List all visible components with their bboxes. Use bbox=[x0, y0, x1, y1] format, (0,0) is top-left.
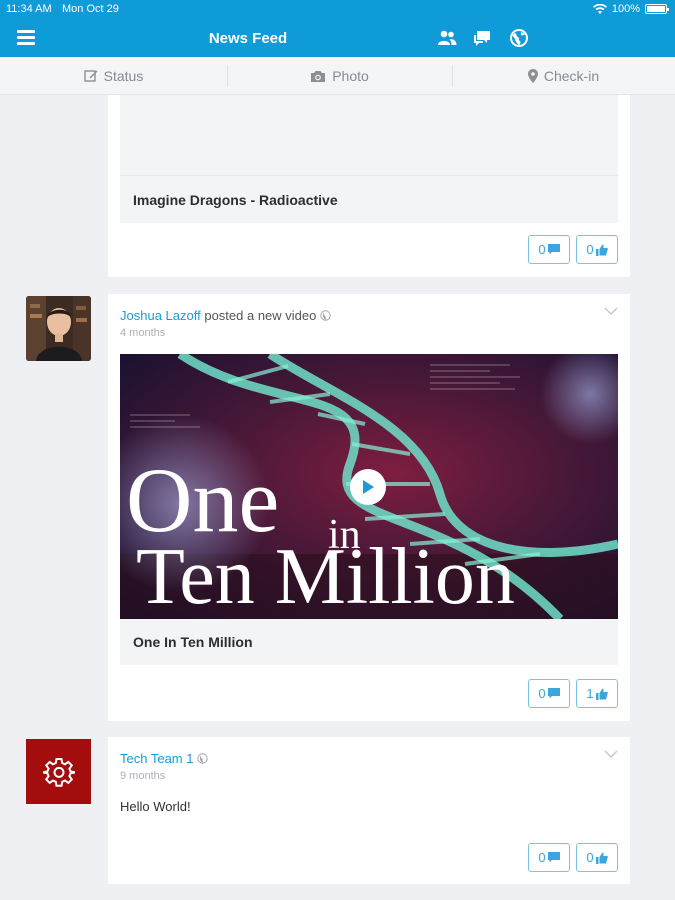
wifi-icon bbox=[592, 3, 607, 14]
globe-icon bbox=[197, 753, 208, 764]
group-link[interactable]: Tech Team 1 bbox=[120, 751, 193, 766]
avatar[interactable] bbox=[26, 296, 91, 361]
post-header: Tech Team 1 bbox=[120, 751, 208, 766]
status-button[interactable]: Status bbox=[0, 57, 227, 95]
post-action-text: posted a new video bbox=[204, 308, 317, 323]
edit-icon bbox=[83, 70, 98, 82]
author-link[interactable]: Joshua Lazoff bbox=[120, 308, 201, 323]
comment-icon bbox=[547, 244, 560, 255]
post-actions: 0 0 bbox=[528, 843, 618, 872]
comment-button[interactable]: 0 bbox=[528, 679, 570, 708]
comment-count: 0 bbox=[538, 850, 546, 865]
like-button[interactable]: 1 bbox=[576, 679, 618, 708]
like-count: 0 bbox=[586, 850, 594, 865]
group-avatar[interactable] bbox=[26, 739, 91, 804]
chevron-down-icon[interactable] bbox=[604, 749, 618, 759]
avatar-image bbox=[26, 296, 91, 361]
post-actions: 0 1 bbox=[528, 679, 618, 708]
like-count: 1 bbox=[586, 686, 594, 701]
location-pin-icon bbox=[527, 69, 538, 83]
friends-icon[interactable] bbox=[437, 28, 457, 48]
feed-post: Tech Team 1 9 months Hello World! 0 0 bbox=[108, 737, 630, 884]
status-label: Status bbox=[103, 68, 144, 84]
feed-post: Joshua Lazoff posted a new video 4 month… bbox=[108, 294, 630, 721]
comment-icon bbox=[547, 688, 560, 699]
gear-icon bbox=[42, 757, 75, 787]
photo-label: Photo bbox=[332, 68, 369, 84]
messages-icon[interactable] bbox=[472, 28, 492, 48]
globe-icon[interactable] bbox=[509, 28, 529, 48]
status-time: 11:34 AM bbox=[6, 3, 52, 15]
comment-icon bbox=[547, 852, 560, 863]
post-header: Joshua Lazoff posted a new video bbox=[120, 308, 331, 323]
comment-count: 0 bbox=[538, 242, 546, 257]
media-caption[interactable]: Imagine Dragons - Radioactive bbox=[120, 175, 618, 223]
status-date: Mon Oct 29 bbox=[62, 3, 119, 15]
feed-post: Imagine Dragons - Radioactive 0 0 bbox=[108, 95, 630, 277]
thumbs-up-icon bbox=[595, 688, 608, 700]
battery-icon bbox=[645, 4, 669, 14]
status-right: 100% bbox=[592, 3, 669, 15]
like-count: 0 bbox=[586, 242, 594, 257]
globe-icon bbox=[320, 310, 331, 321]
play-button[interactable] bbox=[350, 469, 386, 505]
nav-bar: News Feed bbox=[0, 20, 675, 57]
composer-bar: Status Photo Check-in bbox=[0, 57, 675, 95]
post-time: 9 months bbox=[120, 770, 166, 782]
like-button[interactable]: 0 bbox=[576, 235, 618, 264]
battery-percent: 100% bbox=[611, 3, 640, 15]
checkin-button[interactable]: Check-in bbox=[452, 57, 675, 95]
comment-button[interactable]: 0 bbox=[528, 235, 570, 264]
play-icon bbox=[363, 480, 374, 494]
video-title-line2: Ten Million bbox=[136, 533, 515, 619]
thumbs-up-icon bbox=[595, 852, 608, 864]
media-caption[interactable]: One In Ten Million bbox=[120, 619, 618, 665]
post-text: Hello World! bbox=[120, 799, 191, 814]
comment-button[interactable]: 0 bbox=[528, 843, 570, 872]
like-button[interactable]: 0 bbox=[576, 843, 618, 872]
video-thumbnail[interactable]: One in Ten Million bbox=[120, 354, 618, 619]
comment-count: 0 bbox=[538, 686, 546, 701]
photo-button[interactable]: Photo bbox=[227, 57, 452, 95]
battery-fill bbox=[647, 6, 665, 12]
camera-icon bbox=[311, 70, 326, 82]
post-time: 4 months bbox=[120, 327, 166, 339]
checkin-label: Check-in bbox=[543, 68, 600, 84]
status-bar: 11:34 AM Mon Oct 29 100% bbox=[0, 0, 675, 20]
page-title: News Feed bbox=[208, 30, 288, 47]
thumbs-up-icon bbox=[595, 244, 608, 256]
chevron-down-icon[interactable] bbox=[604, 306, 618, 316]
media-preview[interactable] bbox=[120, 95, 618, 175]
post-actions: 0 0 bbox=[528, 235, 618, 264]
